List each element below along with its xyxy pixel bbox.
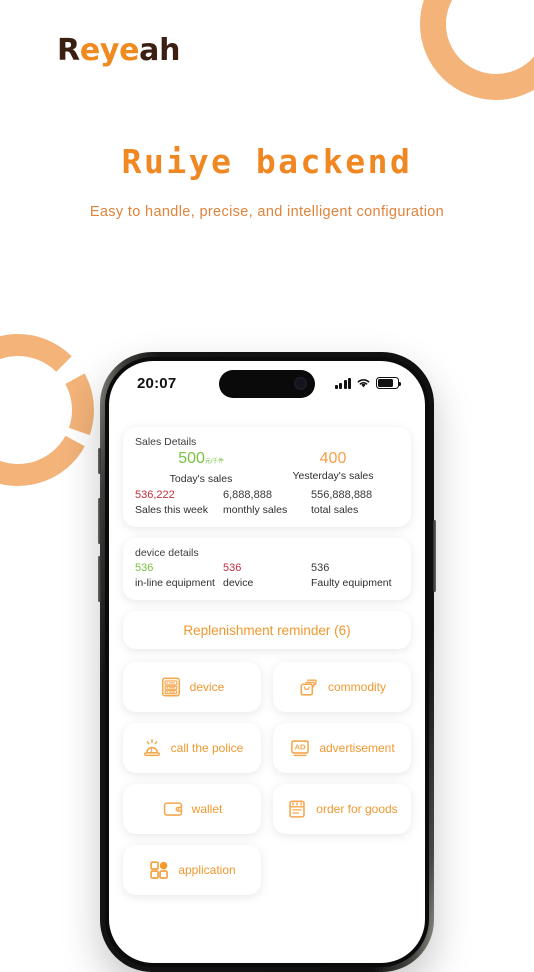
- replenishment-reminder-button[interactable]: Replenishment reminder (6): [123, 611, 411, 649]
- tile-advertisement-label: advertisement: [319, 741, 395, 755]
- stat-todays-sales-unit: 元/千件: [204, 459, 224, 465]
- stat-device-label: device: [223, 577, 254, 589]
- ad-banner-icon: AD: [291, 740, 310, 757]
- stat-todays-sales[interactable]: 500元/千件 Today's sales: [135, 449, 267, 486]
- alarm-siren-icon: [143, 739, 160, 757]
- decorative-ring-left: [0, 334, 94, 486]
- stat-total-sales-label: total sales: [311, 504, 359, 516]
- stat-todays-sales-label: Today's sales: [169, 473, 233, 485]
- status-clock: 20:07: [137, 374, 177, 392]
- power-button[interactable]: [433, 520, 436, 592]
- tile-wallet[interactable]: wallet: [123, 784, 261, 834]
- tile-application[interactable]: application: [123, 845, 261, 895]
- brand-logo-part3: ah: [139, 33, 181, 68]
- wifi-icon: [357, 379, 370, 388]
- tile-commodity[interactable]: commodity: [273, 662, 411, 712]
- order-receipt-icon: [289, 800, 306, 818]
- stat-monthly-sales-label: monthly sales: [223, 504, 288, 516]
- menu-grid: device commodity call the police AD adve…: [123, 662, 411, 895]
- sales-details-title: Sales Details: [135, 436, 197, 448]
- tile-application-label: application: [178, 863, 236, 877]
- status-bar: 20:07: [109, 361, 425, 405]
- apps-grid-icon: [150, 861, 169, 879]
- stat-sales-this-week-value: 536,222: [135, 489, 175, 501]
- volume-up-button[interactable]: [98, 498, 101, 544]
- stat-inline-equipment-value: 536: [135, 562, 154, 574]
- tile-wallet-label: wallet: [191, 802, 223, 816]
- stat-monthly-sales-value: 6,888,888: [223, 489, 272, 501]
- battery-icon: [376, 377, 402, 389]
- stat-device[interactable]: 536 device: [223, 561, 311, 590]
- decorative-ring-top-right: [420, 0, 534, 100]
- silent-switch[interactable]: [98, 448, 101, 474]
- brand-logo-part1: R: [57, 33, 80, 68]
- stat-total-sales[interactable]: 556,888,888 total sales: [311, 488, 399, 517]
- stat-faulty-equipment[interactable]: 536 Faulty equipment: [311, 561, 399, 590]
- stat-inline-equipment[interactable]: 536 in-line equipment: [135, 561, 223, 590]
- stat-inline-equipment-label: in-line equipment: [135, 577, 215, 589]
- brand-logo-part2: eye: [79, 33, 140, 68]
- stat-yesterdays-sales-value: 400: [319, 450, 347, 467]
- signal-bars-icon: [334, 377, 351, 389]
- dynamic-island: [219, 370, 315, 398]
- tile-advertisement[interactable]: AD advertisement: [273, 723, 411, 773]
- tile-order-for-goods-label: order for goods: [316, 802, 398, 816]
- svg-text:AD: AD: [295, 742, 307, 751]
- device-stats: 536 in-line equipment 536 device 536 Fau…: [135, 561, 399, 590]
- stat-device-value: 536: [223, 562, 242, 574]
- sales-details-card: Sales Details 500元/千件 Today's sales 400 …: [123, 427, 411, 527]
- stat-todays-sales-value: 500: [178, 450, 205, 467]
- tile-commodity-label: commodity: [327, 680, 386, 694]
- replenishment-reminder-label: Replenishment reminder (6): [183, 622, 351, 638]
- stat-sales-this-week[interactable]: 536,222 Sales this week: [135, 488, 223, 517]
- stat-faulty-equipment-label: Faulty equipment: [311, 577, 392, 589]
- phone-screen: 20:07 Sales Details 500元/千件 Today's sale…: [109, 361, 425, 963]
- stat-faulty-equipment-value: 536: [311, 562, 330, 574]
- tile-device[interactable]: device: [123, 662, 261, 712]
- tile-order-for-goods[interactable]: order for goods: [273, 784, 411, 834]
- brand-logo: Reyeah: [57, 33, 180, 68]
- device-details-card: device details 536 in-line equipment 536…: [123, 538, 411, 600]
- stat-monthly-sales[interactable]: 6,888,888 monthly sales: [223, 488, 311, 517]
- shopping-bag-icon: [300, 679, 317, 696]
- wallet-icon: [163, 802, 182, 816]
- sales-top-stats: 500元/千件 Today's sales 400 Yesterday's sa…: [135, 449, 399, 486]
- stat-yesterdays-sales-label: Yesterday's sales: [292, 470, 374, 482]
- stat-total-sales-value: 556,888,888: [311, 489, 373, 501]
- stat-yesterdays-sales[interactable]: 400 Yesterday's sales: [267, 449, 399, 486]
- page-subtitle: Easy to handle, precise, and intelligent…: [89, 204, 445, 220]
- device-details-title: device details: [135, 547, 199, 559]
- phone-mockup: 20:07 Sales Details 500元/千件 Today's sale…: [98, 352, 436, 972]
- tile-device-label: device: [189, 680, 225, 694]
- tile-call-the-police-label: call the police: [170, 741, 244, 755]
- front-camera-icon: [294, 377, 307, 390]
- server-list-icon: [161, 677, 180, 697]
- stat-sales-this-week-label: Sales this week: [135, 504, 208, 516]
- page-title: Ruiye backend: [121, 142, 413, 181]
- sales-bottom-stats: 536,222 Sales this week 6,888,888 monthl…: [135, 488, 399, 517]
- volume-down-button[interactable]: [98, 556, 101, 602]
- app-content: Sales Details 500元/千件 Today's sales 400 …: [109, 405, 425, 895]
- tile-call-the-police[interactable]: call the police: [123, 723, 261, 773]
